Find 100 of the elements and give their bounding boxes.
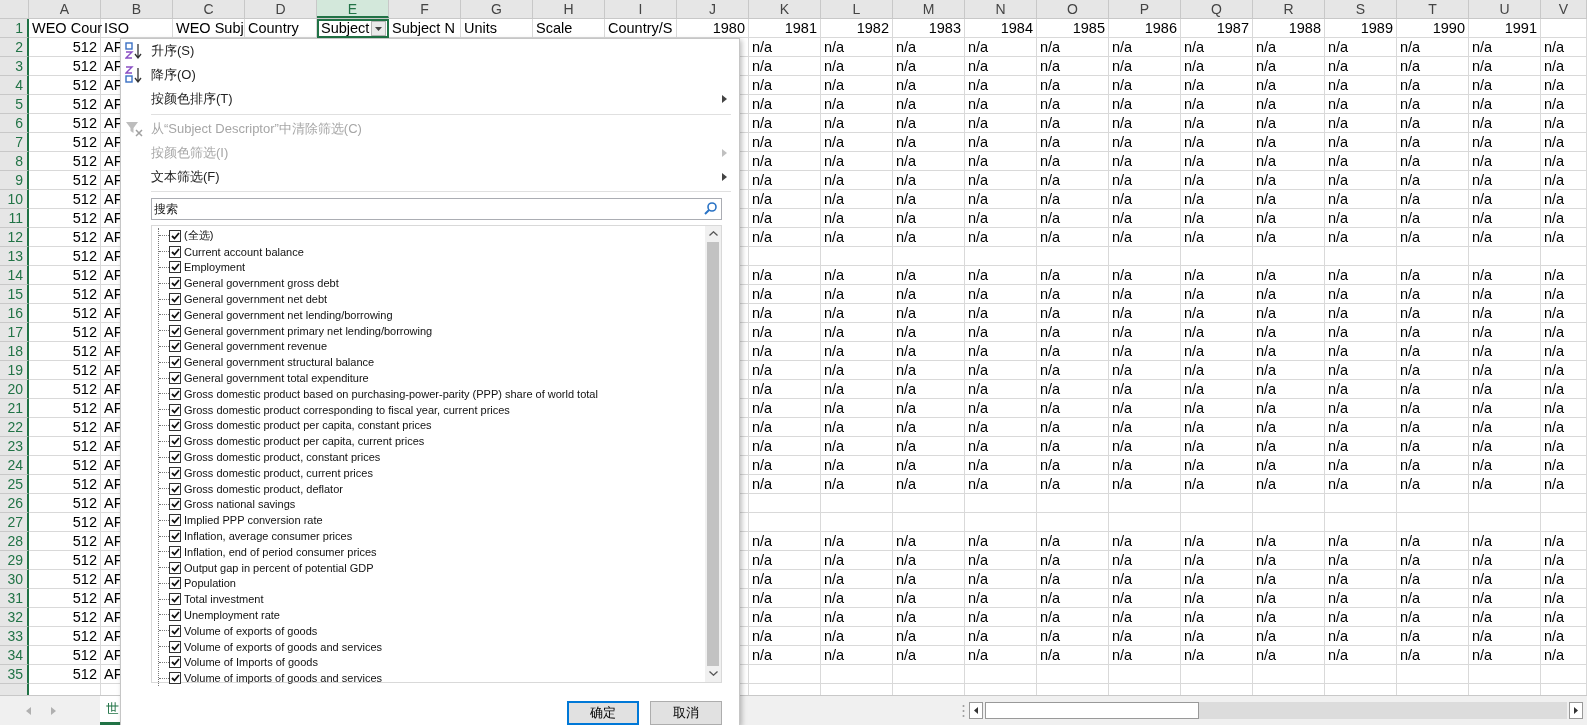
checklist-item-label[interactable]: General government net lending/borrowing <box>184 308 393 321</box>
checkbox[interactable] <box>169 261 181 274</box>
checkbox[interactable] <box>169 545 181 558</box>
checkbox[interactable] <box>169 530 181 542</box>
row-header[interactable]: 24 <box>0 456 29 475</box>
row-header[interactable]: 4 <box>0 76 29 95</box>
checklist-item-label[interactable]: General government primary net lending/borrowing <box>184 324 433 337</box>
row-header[interactable]: 28 <box>0 532 29 551</box>
scroll-left-button[interactable] <box>969 702 983 719</box>
checklist-item-label[interactable]: Employment <box>184 261 246 274</box>
checkbox[interactable] <box>169 451 181 463</box>
checkbox[interactable] <box>169 419 181 432</box>
checkbox[interactable] <box>169 514 181 527</box>
row-header[interactable]: 7 <box>0 133 29 152</box>
row-header[interactable]: 3 <box>0 57 29 76</box>
checklist-item-label[interactable]: Inflation, end of period consumer prices <box>184 545 377 558</box>
checklist-item-label[interactable]: Total investment <box>184 593 264 606</box>
checklist-item-label[interactable]: General government revenue <box>184 340 328 353</box>
row-header[interactable]: 35 <box>0 665 29 684</box>
row-header[interactable]: 29 <box>0 551 29 570</box>
checklist-item-label[interactable]: Gross domestic product based on purchasing-power-parity (PPP) share of world total <box>184 387 598 400</box>
checklist-item-label[interactable]: Unemployment rate <box>184 609 280 621</box>
checklist-item-label[interactable]: Volume of exports of goods <box>184 624 318 637</box>
checkbox[interactable] <box>169 672 181 685</box>
checkbox[interactable] <box>169 435 181 448</box>
checklist-item-label[interactable]: General government total expenditure <box>184 372 369 385</box>
row-header[interactable]: 14 <box>0 266 29 285</box>
checkbox[interactable] <box>169 372 181 385</box>
checklist-item-label[interactable]: General government structural balance <box>184 356 375 369</box>
checkbox[interactable] <box>169 324 181 337</box>
scroll-up-icon[interactable] <box>708 231 718 237</box>
row-header[interactable]: 34 <box>0 646 29 665</box>
row-header[interactable]: 30 <box>0 570 29 589</box>
checklist-item-label[interactable]: Gross domestic product per capita, constant prices <box>184 419 432 432</box>
checklist-item-label[interactable]: Gross national savings <box>184 498 296 511</box>
checklist-item-label[interactable]: Inflation, average consumer prices <box>184 530 353 542</box>
scrollbar-thumb[interactable] <box>985 702 1199 719</box>
checklist-item-label[interactable]: General government gross debt <box>184 277 339 290</box>
row-header[interactable]: 2 <box>0 38 29 57</box>
filter-dropdown-button[interactable] <box>371 21 386 36</box>
checklist-item-label[interactable]: Volume of exports of goods and services <box>184 640 383 653</box>
search-field[interactable]: 搜索 <box>151 197 722 220</box>
checkbox[interactable] <box>169 609 181 621</box>
checklist-item-label[interactable]: Population <box>184 577 236 590</box>
checkbox[interactable] <box>169 245 181 258</box>
row-header[interactable] <box>0 684 29 695</box>
checkbox[interactable] <box>169 340 181 353</box>
row-header[interactable]: 9 <box>0 171 29 190</box>
row-header[interactable]: 17 <box>0 323 29 342</box>
row-header[interactable]: 16 <box>0 304 29 323</box>
checklist-item-label[interactable]: Gross domestic product, current prices <box>184 466 373 479</box>
checkbox[interactable] <box>169 640 181 653</box>
checkbox[interactable] <box>169 308 181 321</box>
row-header[interactable]: 33 <box>0 627 29 646</box>
ok-button[interactable]: 确定 <box>567 700 639 725</box>
row-header[interactable]: 19 <box>0 361 29 380</box>
row-header[interactable]: 13 <box>0 247 29 266</box>
checkbox[interactable] <box>169 577 181 590</box>
row-header[interactable]: 32 <box>0 608 29 627</box>
checklist-item-label[interactable]: Volume of imports of goods and services <box>184 672 383 685</box>
scroll-right-button[interactable] <box>1569 702 1583 719</box>
row-header[interactable]: 26 <box>0 494 29 513</box>
scrollbar-thumb[interactable] <box>707 241 719 666</box>
row-header[interactable]: 6 <box>0 114 29 133</box>
row-header[interactable]: 21 <box>0 399 29 418</box>
checkbox[interactable] <box>169 624 181 637</box>
checkbox[interactable] <box>169 482 181 495</box>
horizontal-scrollbar[interactable] <box>985 702 1567 719</box>
row-header[interactable]: 22 <box>0 418 29 437</box>
checklist-item-label[interactable]: Gross domestic product, constant prices <box>184 451 381 463</box>
active-cell[interactable]: Subject <box>317 19 389 38</box>
checklist-item-label[interactable]: Output gap in percent of potential GDP <box>184 561 374 574</box>
vertical-scrollbar[interactable] <box>705 225 721 682</box>
checkbox[interactable] <box>169 403 181 416</box>
row-header[interactable]: 23 <box>0 437 29 456</box>
checklist-item-label[interactable]: Gross domestic product per capita, current prices <box>184 435 425 448</box>
checklist-item-label[interactable]: (全选) <box>184 228 214 244</box>
checklist-item-label[interactable]: Gross domestic product corresponding to fiscal year, current prices <box>184 403 510 416</box>
checklist-item-label[interactable]: Current account balance <box>184 245 304 258</box>
checkbox[interactable] <box>169 656 181 669</box>
checkbox[interactable] <box>169 356 181 369</box>
scroll-down-icon[interactable] <box>708 671 718 677</box>
splitter-handle-icon[interactable] <box>962 703 965 718</box>
cancel-button[interactable]: 取消 <box>650 700 722 725</box>
row-header[interactable]: 15 <box>0 285 29 304</box>
checkbox[interactable] <box>169 498 181 511</box>
checkbox[interactable] <box>169 229 181 242</box>
row-header[interactable]: 18 <box>0 342 29 361</box>
checkbox[interactable] <box>169 277 181 290</box>
row-header[interactable]: 12 <box>0 228 29 247</box>
checkbox[interactable] <box>169 466 181 479</box>
checkbox[interactable] <box>169 293 181 306</box>
checklist-item-label[interactable]: Gross domestic product, deflator <box>184 482 343 495</box>
checklist-item-label[interactable]: Volume of Imports of goods <box>184 656 318 669</box>
row-header[interactable]: 1 <box>0 19 29 38</box>
checkbox[interactable] <box>169 593 181 606</box>
row-header[interactable]: 31 <box>0 589 29 608</box>
row-header[interactable]: 25 <box>0 475 29 494</box>
checkbox[interactable] <box>169 387 181 400</box>
checklist-item-label[interactable]: Implied PPP conversion rate <box>184 514 323 527</box>
